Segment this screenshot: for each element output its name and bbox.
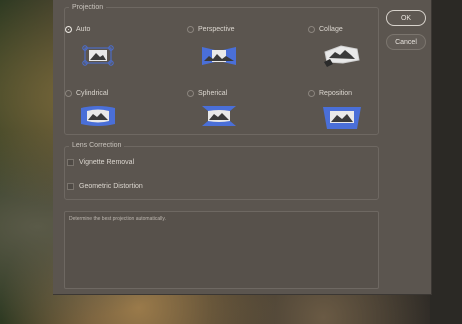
collage-thumbnail-icon[interactable]: [321, 40, 363, 70]
reposition-label: Reposition: [319, 90, 353, 97]
collage-radio[interactable]: [308, 26, 315, 33]
description-box: Determine the best projection automatica…: [64, 211, 379, 289]
projection-cylindrical-option[interactable]: Cylindrical: [65, 90, 108, 97]
ok-button[interactable]: OK: [386, 10, 426, 26]
geometric-checkbox[interactable]: [67, 183, 74, 190]
cylindrical-thumbnail-icon[interactable]: [78, 102, 118, 130]
projection-title: Projection: [69, 4, 107, 11]
projection-collage-option[interactable]: Collage: [308, 26, 343, 33]
perspective-label: Perspective: [198, 26, 235, 33]
reposition-thumbnail-icon[interactable]: [321, 102, 363, 132]
auto-label: Auto: [76, 26, 91, 33]
projection-auto-option[interactable]: Auto: [65, 26, 90, 33]
reposition-radio[interactable]: [308, 90, 315, 97]
projection-perspective-option[interactable]: Perspective: [187, 26, 235, 33]
spherical-label: Spherical: [198, 90, 228, 97]
perspective-thumbnail-icon[interactable]: [199, 40, 239, 70]
cylindrical-label: Cylindrical: [76, 90, 109, 97]
auto-thumbnail-icon[interactable]: [78, 40, 118, 70]
vignette-removal-option[interactable]: Vignette Removal: [67, 159, 134, 166]
spherical-thumbnail-icon[interactable]: [199, 102, 239, 130]
lens-correction-group: [64, 146, 379, 200]
spherical-radio[interactable]: [187, 90, 194, 97]
cancel-button[interactable]: Cancel: [386, 34, 426, 50]
lens-correction-title: Lens Correction: [69, 142, 125, 149]
projection-spherical-option[interactable]: Spherical: [187, 90, 227, 97]
photomerge-dialog: Projection Auto Perspective Collage Cyli…: [53, 0, 432, 295]
workspace-background: [430, 0, 462, 324]
vignette-label: Vignette Removal: [79, 159, 135, 166]
auto-radio[interactable]: [65, 26, 72, 33]
perspective-radio[interactable]: [187, 26, 194, 33]
cylindrical-radio[interactable]: [65, 90, 72, 97]
geometric-distortion-option[interactable]: Geometric Distortion: [67, 183, 143, 190]
description-text: Determine the best projection automatica…: [69, 216, 166, 222]
vignette-checkbox[interactable]: [67, 159, 74, 166]
geometric-label: Geometric Distortion: [79, 183, 143, 190]
projection-reposition-option[interactable]: Reposition: [308, 90, 352, 97]
collage-label: Collage: [319, 26, 343, 33]
